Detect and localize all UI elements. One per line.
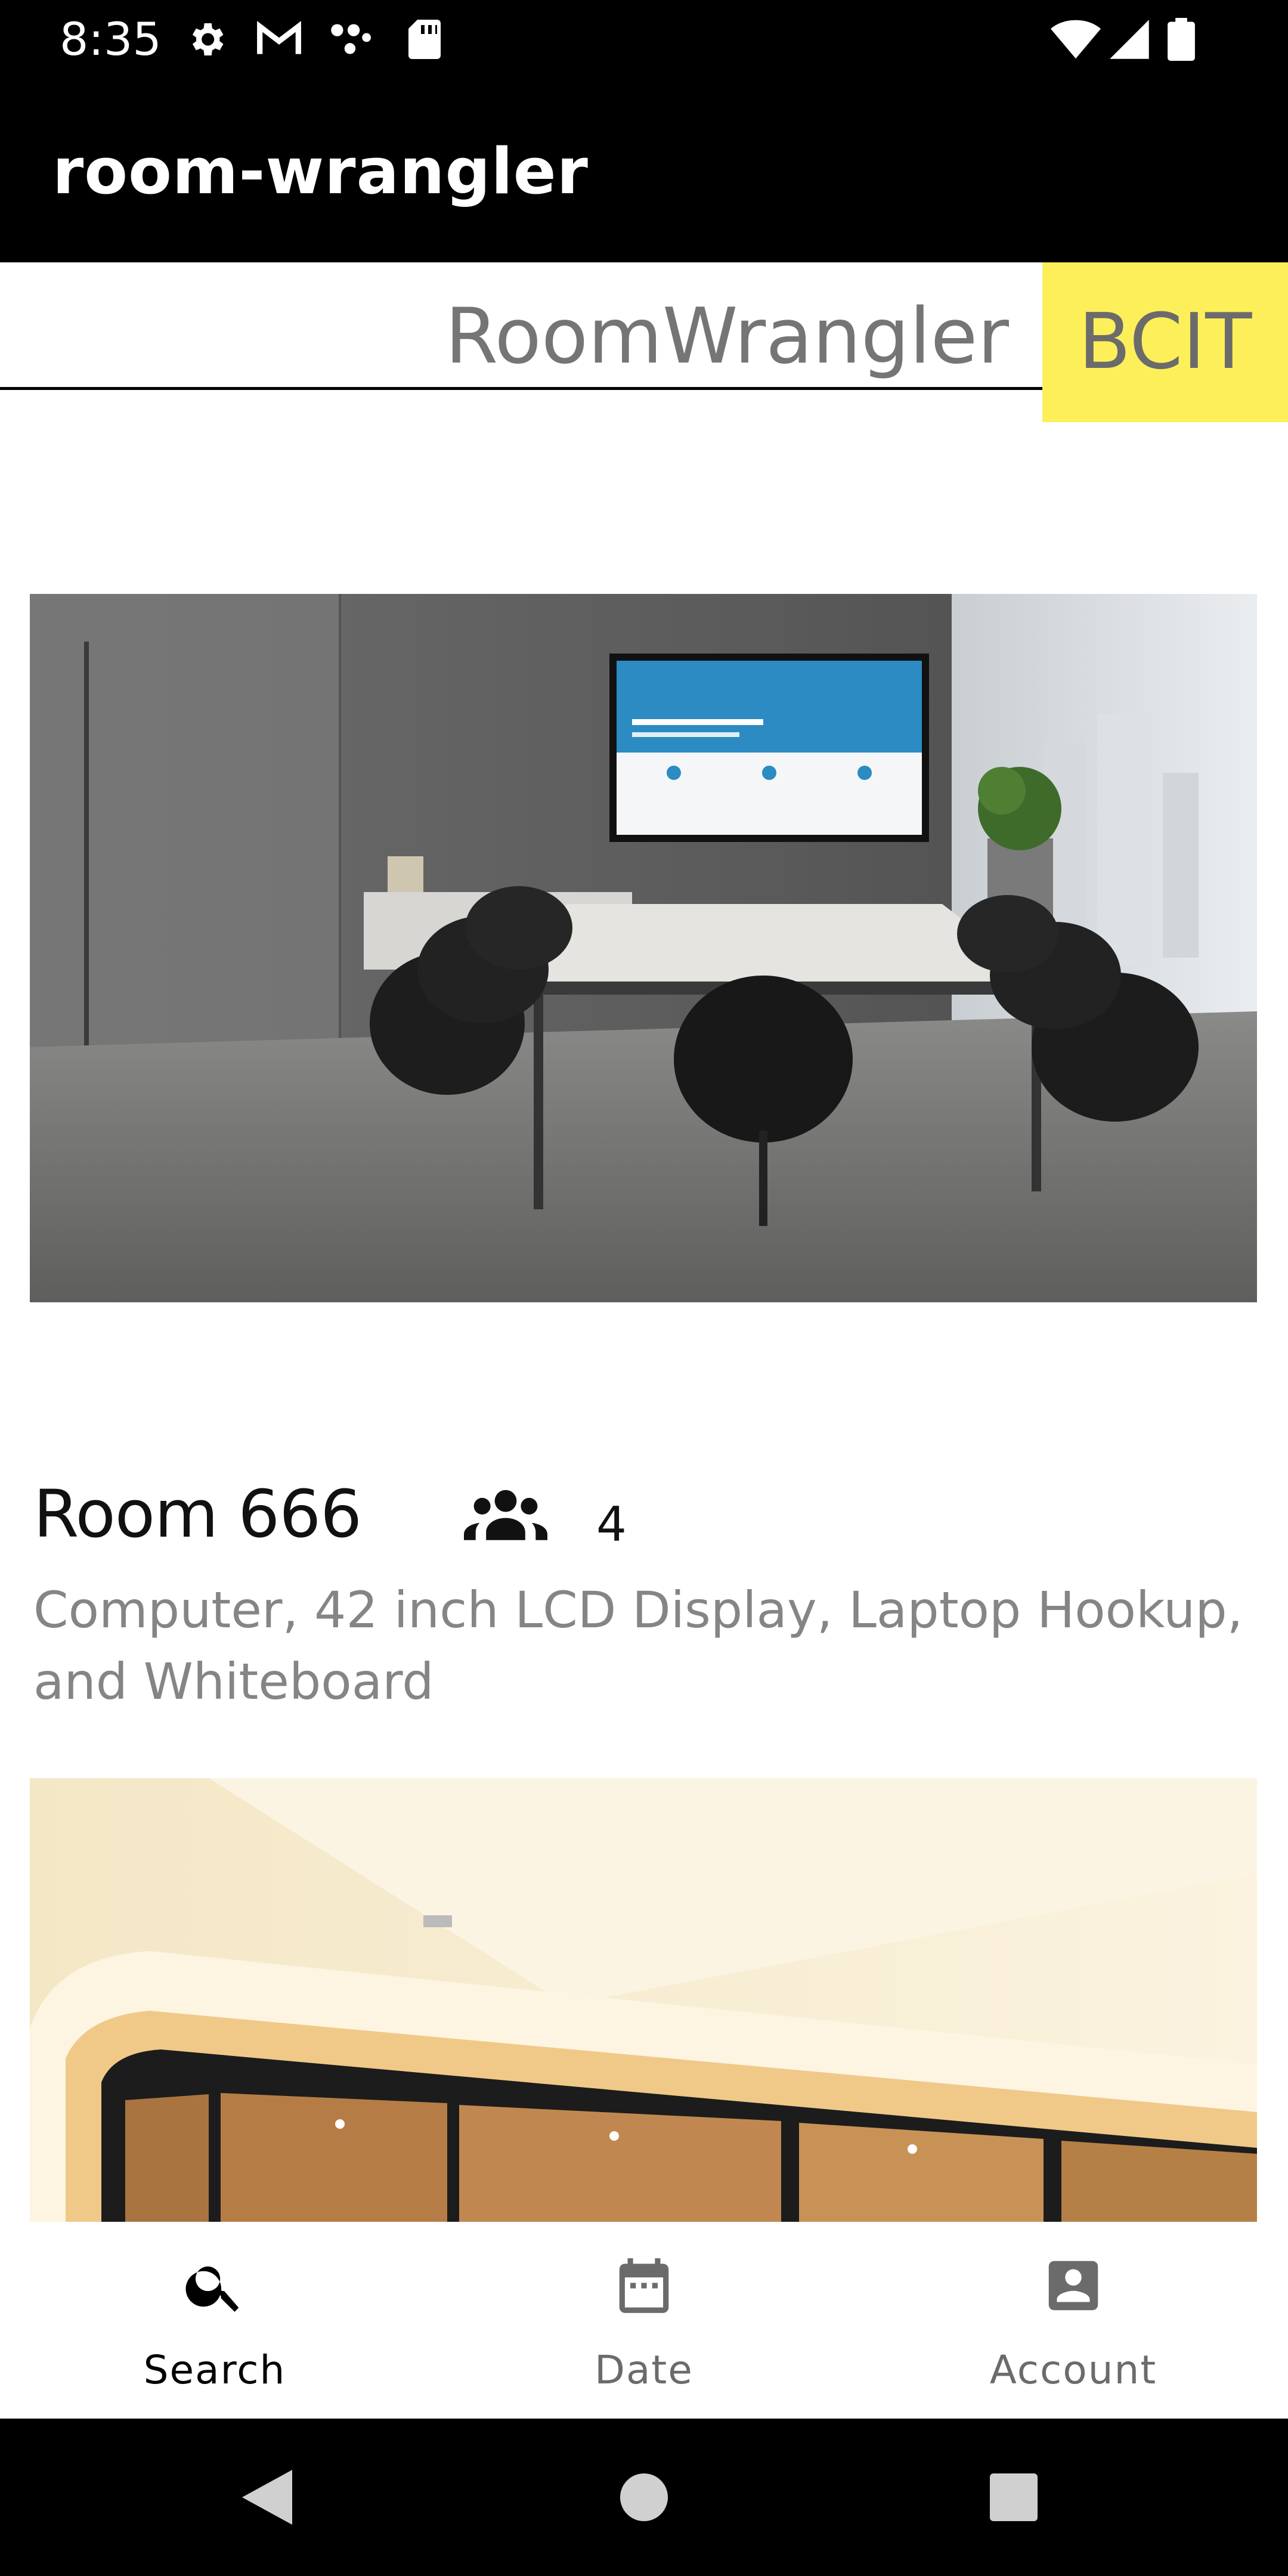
room-image[interactable]: [30, 594, 1257, 1302]
signal-icon: [1108, 18, 1151, 61]
nav-date[interactable]: Date: [429, 2222, 859, 2419]
nav-label: Account: [989, 2347, 1157, 2393]
dots-icon: [328, 18, 376, 61]
bcit-badge[interactable]: BCIT: [1042, 262, 1288, 422]
nav-label: Date: [595, 2347, 693, 2393]
wifi-icon: [1051, 18, 1101, 61]
nav-account[interactable]: Account: [859, 2222, 1288, 2419]
system-nav: [0, 2419, 1288, 2576]
back-icon[interactable]: [239, 2467, 293, 2576]
room-capacity: 4: [596, 1497, 627, 1552]
calendar-icon: [611, 2253, 677, 2321]
search-icon: [182, 2253, 247, 2321]
sd-card-icon: [405, 18, 444, 61]
search-input[interactable]: [0, 262, 1042, 390]
status-bar: 8:35: [0, 0, 1288, 79]
settings-icon: [185, 18, 228, 61]
room-amenities: Computer, 42 inch LCD Display, Laptop Ho…: [33, 1581, 1243, 1711]
bottom-nav: Search Date Account: [0, 2222, 1288, 2419]
nav-label: Search: [143, 2347, 286, 2393]
gmail-icon: [255, 18, 303, 61]
room-image[interactable]: [30, 1778, 1257, 2222]
room-list[interactable]: Room 666 4 Computer, 42 inch LCD Display…: [0, 423, 1288, 2222]
recents-icon[interactable]: [987, 2471, 1040, 2576]
battery-icon: [1168, 18, 1195, 61]
app-title: room-wrangler: [52, 135, 589, 208]
people-icon: [464, 1488, 547, 1543]
room-name: Room 666: [33, 1476, 362, 1552]
app-bar: room-wrangler: [0, 79, 1288, 262]
home-icon[interactable]: [618, 2471, 670, 2576]
nav-search[interactable]: Search: [0, 2222, 429, 2419]
search-header: BCIT: [0, 262, 1288, 423]
status-time: 8:35: [60, 13, 162, 66]
account-icon: [1041, 2253, 1106, 2321]
